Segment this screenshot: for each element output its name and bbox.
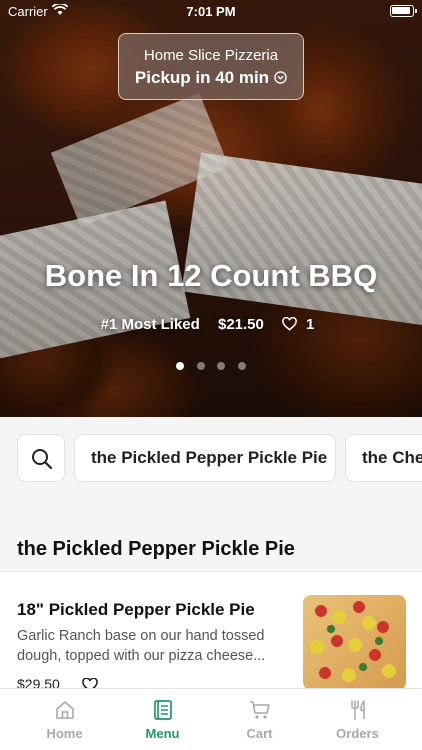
featured-item-meta: #1 Most Liked $21.50 1 [0,316,422,333]
item-name: 18" Pickled Pepper Pickle Pie [17,600,255,619]
tab-home[interactable]: Home [12,689,117,750]
carousel-dot[interactable] [196,362,205,370]
category-bar: the Pickled Pepper Pickle Pie the Che [0,417,422,500]
tab-menu[interactable]: Menu [110,689,215,750]
rank-label: #1 Most Liked [100,316,200,333]
status-bar: Carrier 7:01 PM [0,0,422,24]
featured-item-title: Bone In 12 Count BBQ [44,258,378,293]
hero-banner[interactable]: Carrier 7:01 PM Home Slice Pizzeria Pick… [0,0,422,417]
like-count: 1 [282,316,321,333]
clock: 7:01 PM [186,4,236,19]
featured-price: $21.50 [217,316,264,333]
carousel-dots[interactable] [0,357,422,375]
store-name: Home Slice Pizzeria [143,47,279,64]
home-icon [55,701,74,719]
pickup-selector[interactable]: Home Slice Pizzeria Pickup in 40 min [118,33,304,100]
tab-label: Home [46,726,83,741]
like-count-value: 1 [306,316,315,333]
tab-label: Cart [246,726,273,741]
fork-knife-icon [350,700,365,720]
heart-icon [282,317,297,331]
item-image[interactable] [303,595,406,690]
category-chip[interactable]: the Che [345,434,422,482]
tab-bar: Home Menu Cart Orders [0,688,422,750]
carousel-dot[interactable] [217,362,226,370]
tab-orders[interactable]: Orders [305,689,410,750]
search-icon [32,449,53,470]
section-title: the Pickled Pepper Pickle Pie [17,538,295,560]
search-button[interactable] [17,434,65,482]
item-description: Garlic Ranch base on our hand tossed dou… [17,628,266,664]
pickup-time: Pickup in 40 min [134,68,270,87]
chevron-down-icon [274,71,287,84]
tab-label: Orders [336,726,379,741]
menu-item-card[interactable]: 18" Pickled Pepper Pickle Pie Garlic Ran… [0,571,422,692]
battery-icon [390,5,417,17]
carousel-dot[interactable] [176,362,185,370]
menu-icon [153,700,172,720]
category-chip[interactable]: the Pickled Pepper Pickle Pie [74,434,336,482]
carousel-dot[interactable] [237,362,246,370]
tab-cart[interactable]: Cart [207,689,312,750]
tab-label: Menu [145,726,180,741]
cart-icon [249,701,270,719]
app-screen: Carrier 7:01 PM Home Slice Pizzeria Pick… [0,0,422,750]
